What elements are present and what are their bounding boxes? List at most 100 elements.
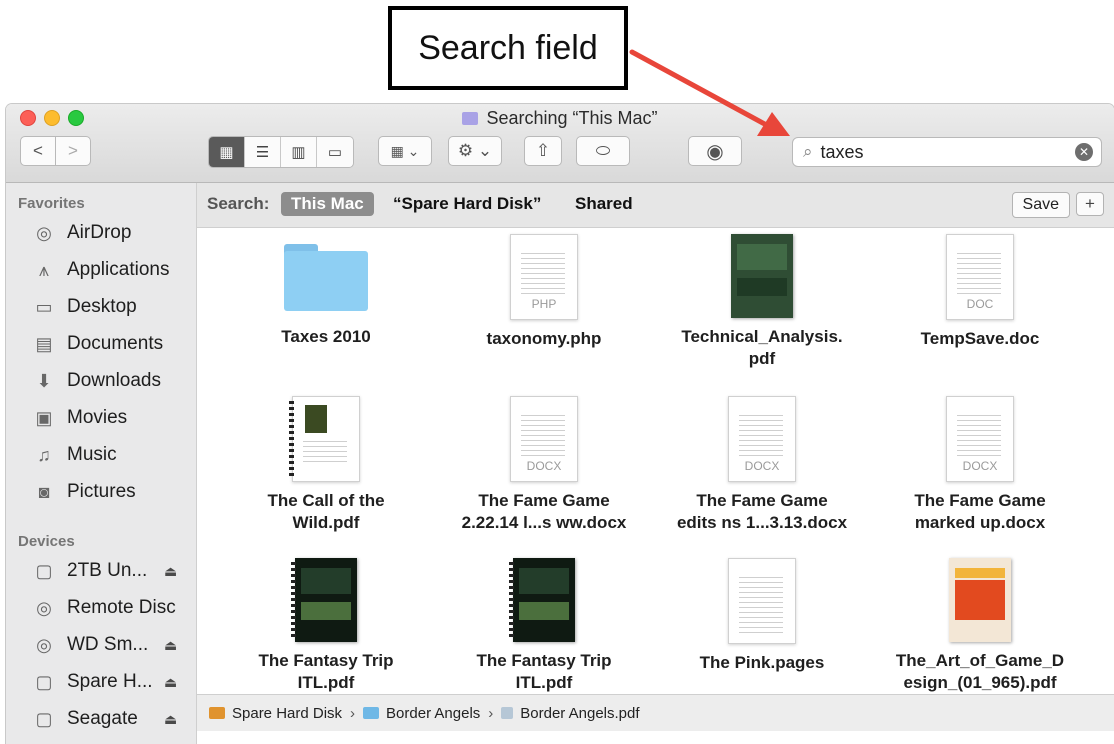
action-button[interactable]: ⚙ ⌄ bbox=[448, 136, 502, 166]
disk-icon: ▢ bbox=[35, 560, 53, 581]
pdf-book-icon bbox=[949, 558, 1011, 642]
file-item[interactable]: DOCX The Fame Game 2.22.14 l...s ww.docx bbox=[439, 396, 649, 534]
sidebar-item-wd[interactable]: ◎ WD Sm... ⏏ bbox=[32, 631, 177, 659]
cover-flow-button[interactable]: ▭ bbox=[317, 137, 353, 167]
eye-icon: ◉ bbox=[706, 140, 724, 163]
path-item-spare-hard-disk[interactable]: Spare Hard Disk bbox=[209, 705, 342, 722]
sidebar-item-label: Spare H... bbox=[67, 671, 153, 692]
php-file-icon: PHP bbox=[510, 234, 578, 320]
search-folder-icon bbox=[462, 112, 479, 125]
results-grid: Taxes 2010 PHP taxonomy.php Technical_An… bbox=[197, 228, 1114, 694]
docx-file-icon: DOCX bbox=[946, 396, 1014, 482]
sidebar-item-desktop[interactable]: ▭ Desktop bbox=[32, 293, 136, 321]
file-item[interactable]: The_Art_of_Game_D esign_(01_965).pdf bbox=[875, 558, 1085, 694]
list-view-button[interactable]: ☰ bbox=[245, 137, 281, 167]
sidebar-item-label: Music bbox=[67, 444, 117, 465]
search-input[interactable]: ⌕ taxes ✕ bbox=[792, 137, 1102, 167]
disk-icon: ▢ bbox=[35, 671, 53, 692]
sidebar-item-label: Pictures bbox=[67, 481, 136, 502]
sidebar-item-music[interactable]: ♫ Music bbox=[32, 441, 117, 469]
file-name: TempSave.doc bbox=[920, 329, 1040, 348]
path-label: Spare Hard Disk bbox=[232, 704, 343, 722]
scope-this-mac[interactable]: This Mac bbox=[281, 192, 374, 216]
file-name: The Fantasy Trip ITL.pdf bbox=[476, 651, 612, 692]
eject-icon[interactable]: ⏏ bbox=[164, 711, 177, 728]
eject-icon[interactable]: ⏏ bbox=[164, 563, 177, 580]
search-icon: ⌕ bbox=[803, 142, 813, 161]
pdf-book-icon bbox=[731, 234, 793, 318]
sidebar-item-remote-disc[interactable]: ◎ Remote Disc bbox=[32, 594, 176, 622]
file-name: The Fame Game marked up.docx bbox=[914, 491, 1046, 532]
downloads-icon: ⬇ bbox=[36, 370, 52, 391]
icon-view-button[interactable]: ▦ bbox=[209, 137, 245, 167]
sidebar-item-label: 2TB Un... bbox=[67, 560, 148, 581]
search-field-callout: Search field bbox=[388, 6, 628, 90]
file-item[interactable]: The Fantasy Trip ITL.pdf bbox=[221, 558, 431, 694]
path-bar: Spare Hard Disk › Border Angels › Border… bbox=[197, 694, 1114, 731]
file-name: The_Art_of_Game_D esign_(01_965).pdf bbox=[895, 651, 1065, 692]
airdrop-icon: ◎ bbox=[36, 222, 52, 243]
add-criteria-button[interactable]: + bbox=[1076, 192, 1104, 216]
sidebar-item-seagate[interactable]: ▢ Seagate ⏏ bbox=[32, 705, 177, 733]
gear-icon: ⚙ ⌄ bbox=[457, 141, 493, 160]
path-item-border-angels-pdf[interactable]: Border Angels.pdf bbox=[501, 705, 640, 722]
sidebar-item-spare[interactable]: ▢ Spare H... ⏏ bbox=[32, 668, 177, 696]
sidebar-item-downloads[interactable]: ⬇ Downloads bbox=[32, 367, 161, 395]
file-item[interactable]: DOCX The Fame Game marked up.docx bbox=[875, 396, 1085, 534]
scope-spare-hard-disk[interactable]: “Spare Hard Disk” bbox=[393, 194, 541, 214]
eject-icon[interactable]: ⏏ bbox=[164, 637, 177, 654]
favorites-heading: Favorites bbox=[18, 195, 85, 212]
arrange-button[interactable]: ▦ ⌄ bbox=[378, 136, 432, 166]
doc-file-icon: DOC bbox=[946, 234, 1014, 320]
desktop-icon: ▭ bbox=[35, 296, 53, 317]
share-button[interactable]: ⇧ bbox=[524, 136, 562, 166]
file-item[interactable]: Taxes 2010 bbox=[221, 234, 431, 348]
sidebar-item-pictures[interactable]: ◙ Pictures bbox=[32, 478, 136, 506]
finder-window: Searching “This Mac” < > ▦ ☰ ▥ ▭ ▦ ⌄ ⚙ ⌄… bbox=[6, 104, 1114, 744]
search-query: taxes bbox=[820, 141, 864, 162]
folder-icon bbox=[284, 244, 368, 312]
sidebar-item-airdrop[interactable]: ◎ AirDrop bbox=[32, 219, 131, 247]
pdf-file-icon bbox=[289, 396, 360, 482]
file-ext: DOCX bbox=[744, 459, 780, 473]
applications-icon: ⩚ bbox=[38, 259, 50, 280]
back-button[interactable]: < bbox=[20, 136, 56, 166]
file-item[interactable]: PHP taxonomy.php bbox=[439, 234, 649, 350]
file-name: The Fame Game 2.22.14 l...s ww.docx bbox=[461, 491, 627, 532]
hard-disk-icon bbox=[209, 707, 225, 719]
file-item[interactable]: The Fantasy Trip ITL.pdf bbox=[439, 558, 649, 694]
view-mode-control: ▦ ☰ ▥ ▭ bbox=[208, 136, 354, 168]
path-separator: › bbox=[350, 704, 356, 722]
disc-icon: ◎ bbox=[36, 634, 52, 655]
path-item-border-angels[interactable]: Border Angels bbox=[363, 705, 480, 722]
file-item[interactable]: DOC TempSave.doc bbox=[875, 234, 1085, 350]
file-item[interactable]: The Pink.pages bbox=[657, 558, 867, 674]
column-view-button[interactable]: ▥ bbox=[281, 137, 317, 167]
file-name: Technical_Analysis. pdf bbox=[681, 327, 843, 368]
sidebar-item-movies[interactable]: ▣ Movies bbox=[32, 404, 127, 432]
quick-look-button[interactable]: ◉ bbox=[688, 136, 742, 166]
eject-icon[interactable]: ⏏ bbox=[164, 674, 177, 691]
scope-shared[interactable]: Shared bbox=[575, 194, 633, 214]
pages-file-icon bbox=[728, 558, 796, 644]
clear-search-button[interactable]: ✕ bbox=[1075, 143, 1093, 161]
toolbar: Searching “This Mac” < > ▦ ☰ ▥ ▭ ▦ ⌄ ⚙ ⌄… bbox=[6, 104, 1114, 183]
pdf-book-icon bbox=[291, 558, 357, 642]
file-item[interactable]: Technical_Analysis. pdf bbox=[657, 234, 867, 370]
file-name: Taxes 2010 bbox=[281, 327, 371, 346]
path-separator: › bbox=[488, 704, 494, 722]
forward-button[interactable]: > bbox=[55, 136, 91, 166]
scope-label: Search: bbox=[207, 194, 270, 213]
tags-button[interactable]: ⬭ bbox=[576, 136, 630, 166]
devices-heading: Devices bbox=[18, 533, 75, 550]
file-name: The Call of the Wild.pdf bbox=[267, 491, 385, 532]
sidebar-item-documents[interactable]: ▤ Documents bbox=[32, 330, 163, 358]
file-name: The Fantasy Trip ITL.pdf bbox=[258, 651, 394, 692]
file-item[interactable]: The Call of the Wild.pdf bbox=[221, 396, 431, 534]
file-item[interactable]: DOCX The Fame Game edits ns 1...3.13.doc… bbox=[657, 396, 867, 534]
save-search-button[interactable]: Save bbox=[1011, 192, 1070, 218]
sidebar-item-applications[interactable]: ⩚ Applications bbox=[32, 256, 170, 284]
sidebar-item-label: AirDrop bbox=[67, 222, 132, 243]
arrange-icon: ▦ ⌄ bbox=[390, 142, 420, 159]
sidebar-item-2tb[interactable]: ▢ 2TB Un... ⏏ bbox=[32, 557, 177, 585]
